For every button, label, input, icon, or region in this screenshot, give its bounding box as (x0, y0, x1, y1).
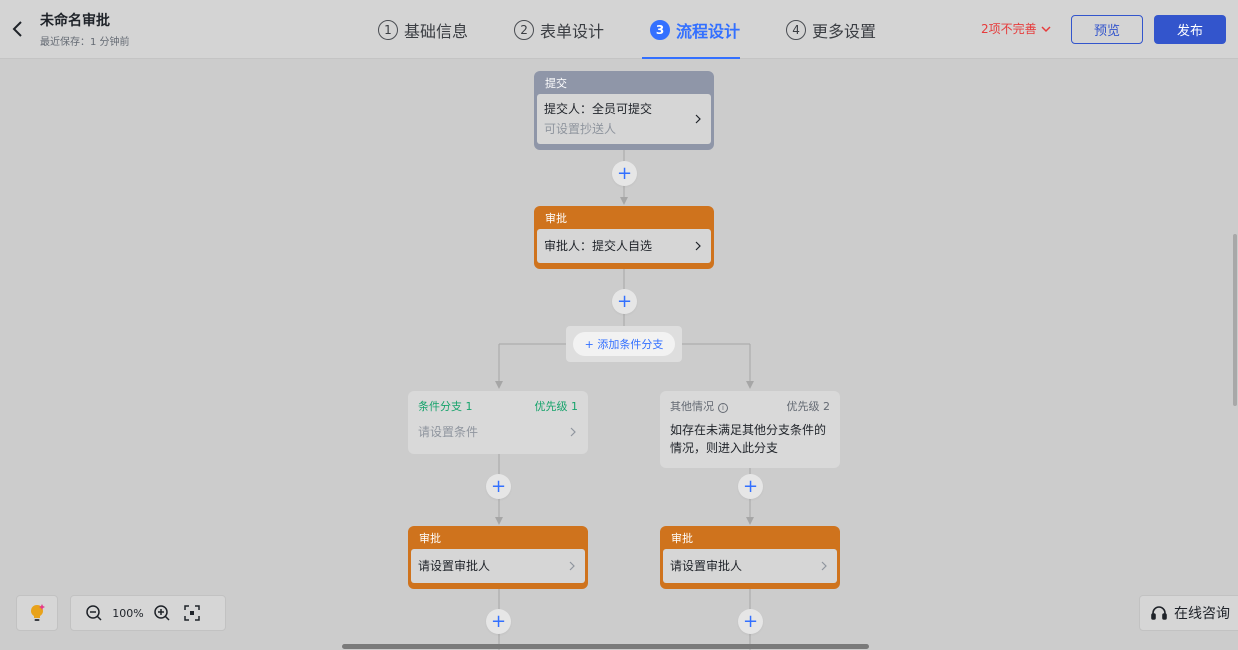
approver-placeholder: 请设置审批人 (670, 559, 743, 573)
branch-title: 条件分支 1 (418, 400, 473, 413)
add-node-button[interactable]: + (486, 474, 511, 499)
node-title: 审批 (545, 212, 567, 225)
branch-title: 其他情况 (670, 400, 714, 413)
cc-text: 可设置抄送人 (544, 122, 617, 136)
incomplete-dropdown[interactable]: 2项不完善 (981, 20, 1051, 37)
step-number: 4 (786, 19, 807, 40)
chevron-right-icon (569, 561, 575, 571)
back-icon[interactable] (8, 17, 28, 41)
add-branch-container: + 添加条件分支 (566, 326, 682, 362)
tab-form-design[interactable]: 2 表单设计 (506, 0, 604, 59)
approve-node-right[interactable]: 审批 请设置审批人 (660, 526, 840, 589)
top-header: 未命名审批 最近保存：1 分钟前 1 基础信息 2 表单设计 3 流程设计 4 … (0, 0, 1238, 59)
tab-more-settings[interactable]: 4 更多设置 (778, 0, 876, 59)
step-tabs: 1 基础信息 2 表单设计 3 流程设计 4 更多设置 (370, 0, 914, 59)
lightbulb-icon (31, 604, 45, 621)
node-body: 提交人：全员可提交 可设置抄送人 (537, 94, 711, 144)
chevron-right-icon (695, 241, 701, 251)
tab-basic-info[interactable]: 1 基础信息 (370, 0, 468, 59)
add-condition-branch-button[interactable]: + 添加条件分支 (573, 332, 675, 356)
horizontal-scrollbar[interactable] (342, 644, 869, 649)
step-number: 2 (514, 19, 535, 40)
chevron-right-icon (821, 561, 827, 571)
headset-icon (1151, 606, 1167, 620)
node-title: 审批 (419, 532, 441, 545)
node-body: 请设置审批人 (411, 549, 585, 583)
zoom-level: 100% (112, 606, 144, 620)
branch-title-wrap: 其他情况 i (670, 398, 728, 414)
zoom-in-icon[interactable] (151, 602, 173, 624)
page-title: 未命名审批 (40, 13, 110, 29)
approver-placeholder: 请设置审批人 (418, 559, 491, 573)
node-title: 审批 (671, 532, 693, 545)
branch-priority: 优先级 1 (534, 400, 579, 413)
approve-node[interactable]: 审批 审批人：提交人自选 (534, 206, 714, 269)
add-node-button[interactable]: + (612, 289, 637, 314)
step-label: 表单设计 (540, 21, 605, 41)
submitter-text: 提交人：全员可提交 (544, 102, 653, 116)
chevron-right-icon (570, 427, 576, 437)
step-label: 基础信息 (404, 21, 469, 41)
chevron-down-icon (1041, 25, 1051, 32)
preview-button[interactable]: 预览 (1071, 15, 1143, 44)
approve-node-left[interactable]: 审批 请设置审批人 (408, 526, 588, 589)
add-node-button[interactable]: + (738, 474, 763, 499)
node-body: 请设置审批人 (663, 549, 837, 583)
branch-condition: 请设置条件 (418, 423, 578, 441)
publish-button[interactable]: 发布 (1154, 15, 1226, 44)
condition-branch-1[interactable]: 条件分支 1 优先级 1 请设置条件 (408, 391, 588, 454)
consult-label: 在线咨询 (1174, 606, 1230, 622)
fit-screen-icon[interactable] (181, 602, 203, 624)
add-node-button[interactable]: + (738, 609, 763, 634)
step-label: 更多设置 (812, 21, 877, 41)
save-status: 最近保存：1 分钟前 (40, 37, 130, 48)
tips-button[interactable] (16, 595, 58, 631)
step-number: 1 (378, 19, 398, 40)
zoom-controls: 100% (70, 595, 226, 631)
branch-condition-text: 请设置条件 (418, 425, 479, 439)
tab-flow-design[interactable]: 3 流程设计 (642, 0, 741, 59)
branch-description: 如存在未满足其他分支条件的情况，则进入此分支 (670, 423, 827, 455)
step-number: 3 (650, 19, 671, 40)
submit-node[interactable]: 提交 提交人：全员可提交 可设置抄送人 (534, 71, 714, 150)
branch-priority: 优先级 2 (786, 400, 831, 413)
node-title: 提交 (545, 77, 567, 90)
chevron-right-icon (695, 114, 701, 124)
step-label: 流程设计 (676, 21, 741, 41)
add-node-button[interactable]: + (612, 161, 637, 186)
info-icon[interactable]: i (718, 403, 728, 413)
add-node-button[interactable]: + (486, 609, 511, 634)
condition-branch-other[interactable]: 其他情况 i 优先级 2 如存在未满足其他分支条件的情况，则进入此分支 (660, 391, 840, 468)
node-body: 审批人：提交人自选 (537, 229, 711, 263)
online-consult-button[interactable]: 在线咨询 (1139, 595, 1238, 631)
incomplete-label: 2项不完善 (981, 22, 1037, 36)
vertical-scrollbar[interactable] (1233, 234, 1237, 406)
approver-text: 审批人：提交人自选 (544, 239, 653, 253)
zoom-out-icon[interactable] (83, 602, 105, 624)
